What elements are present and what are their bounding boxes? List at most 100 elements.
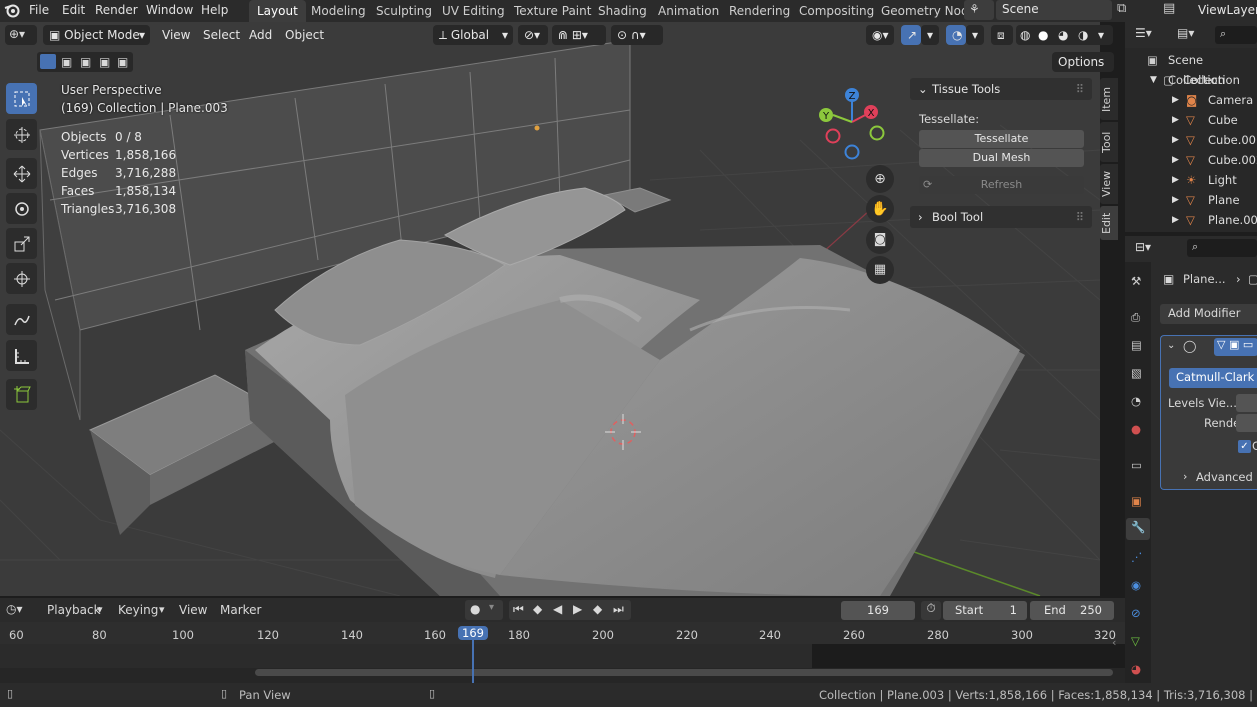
- solid-shading-icon[interactable]: ●: [1038, 25, 1048, 45]
- outliner-item-cube-001[interactable]: ▶ ▽ Cube.001: [1125, 130, 1257, 150]
- chevron-down-icon[interactable]: ⌄: [1167, 340, 1175, 351]
- object-tab-icon[interactable]: ▣: [1131, 494, 1142, 508]
- sidebar-tab-view[interactable]: View: [1100, 164, 1118, 204]
- overlay-toggle[interactable]: ◔: [946, 25, 966, 45]
- properties-search-input[interactable]: ⌕: [1187, 239, 1257, 257]
- outliner-item-cube[interactable]: ▶ ▽ Cube: [1125, 110, 1257, 130]
- outliner-item-camera[interactable]: ▶ ◙ Camera: [1125, 90, 1257, 110]
- snap-button[interactable]: ⋒ ⊞▾: [552, 25, 606, 45]
- new-scene-icon[interactable]: ⧉: [1117, 1, 1126, 16]
- menu-window[interactable]: Window: [146, 3, 193, 17]
- select-subtract-icon[interactable]: ▣: [80, 55, 91, 69]
- menu-object[interactable]: Object: [285, 28, 324, 42]
- tab-animation[interactable]: Animation: [650, 0, 727, 22]
- drag-handle-icon[interactable]: ⠿: [1076, 78, 1084, 100]
- outliner-item-cube-002[interactable]: ▶ ▽ Cube.002: [1125, 150, 1257, 170]
- tab-compositing[interactable]: Compositing: [791, 0, 882, 22]
- jump-end-icon[interactable]: ⏭: [613, 602, 624, 617]
- editmode-toggle-icon[interactable]: ▽: [1217, 338, 1225, 351]
- bool-tool-header[interactable]: › Bool Tool ⠿: [910, 206, 1092, 228]
- advanced-label[interactable]: Advanced: [1196, 470, 1253, 484]
- output-tab-icon[interactable]: ▤: [1131, 338, 1142, 352]
- drag-handle-icon[interactable]: ⠿: [1076, 206, 1084, 228]
- cursor-tool[interactable]: [6, 119, 37, 150]
- tessellate-button[interactable]: Tessellate: [919, 130, 1084, 148]
- tab-sculpting[interactable]: Sculpting: [368, 0, 440, 22]
- gizmo-neg-x[interactable]: [825, 128, 841, 144]
- tab-shading[interactable]: Shading: [590, 0, 655, 22]
- chevron-down-icon[interactable]: ▾: [1098, 25, 1104, 45]
- rotate-tool[interactable]: [6, 193, 37, 224]
- outliner-scene-collection[interactable]: ▣ Scene Collection: [1125, 50, 1257, 87]
- playhead-frame-label[interactable]: 169: [458, 626, 488, 640]
- add-cube-tool[interactable]: [6, 379, 37, 410]
- blender-logo-icon[interactable]: [4, 2, 20, 18]
- next-keyframe-icon[interactable]: ◆: [593, 602, 602, 616]
- camera-view-icon[interactable]: ◙: [866, 226, 894, 254]
- world-tab-icon[interactable]: ●: [1131, 422, 1141, 436]
- move-tool[interactable]: [6, 158, 37, 189]
- zoom-icon[interactable]: ⊕: [866, 165, 894, 193]
- refresh-button[interactable]: ⟳ Refresh: [919, 176, 1084, 194]
- outliner-search-input[interactable]: ⌕: [1215, 26, 1257, 44]
- chevron-right-icon[interactable]: ▶: [1172, 110, 1179, 130]
- menu-add[interactable]: Add: [249, 28, 272, 42]
- menu-select[interactable]: Select: [203, 28, 240, 42]
- autokey-button[interactable]: ● ▾: [465, 600, 503, 620]
- current-frame-field[interactable]: 169: [841, 601, 915, 620]
- pan-hand-icon[interactable]: ✋: [866, 195, 894, 223]
- tool-tab-icon[interactable]: ⚒: [1131, 274, 1141, 288]
- tab-texture-paint[interactable]: Texture Paint: [506, 0, 599, 22]
- navigation-gizmo[interactable]: Z X Y: [818, 86, 890, 162]
- rendered-shading-icon[interactable]: ◑: [1078, 25, 1088, 45]
- display-mode-icon[interactable]: ▤▾: [1177, 26, 1194, 40]
- menu-timeline-view[interactable]: View: [179, 603, 207, 617]
- end-frame-field[interactable]: End 250: [1030, 601, 1114, 620]
- proportional-edit-button[interactable]: ⊙ ∩▾: [611, 25, 663, 45]
- visibility-button[interactable]: ◉▾: [866, 25, 894, 45]
- menu-marker[interactable]: Marker: [220, 603, 261, 617]
- measure-tool[interactable]: [6, 340, 37, 371]
- select-invert-icon[interactable]: ▣: [99, 55, 110, 69]
- sidebar-tab-edit[interactable]: Edit: [1100, 206, 1118, 240]
- catmull-clark-button[interactable]: Catmull-Clark: [1169, 368, 1257, 388]
- add-modifier-button[interactable]: Add Modifier: [1160, 304, 1257, 324]
- xray-toggle[interactable]: ⧈: [991, 25, 1013, 45]
- menu-help[interactable]: Help: [201, 3, 228, 17]
- prev-keyframe-icon[interactable]: ◆: [533, 602, 542, 616]
- gizmo-toggle[interactable]: ↗: [901, 25, 921, 45]
- gizmo-neg-z[interactable]: [844, 144, 860, 160]
- view-layer-icon[interactable]: ▤: [1163, 1, 1175, 16]
- ortho-grid-icon[interactable]: ▦: [866, 256, 894, 284]
- outliner-item-light[interactable]: ▶ ☀ Light: [1125, 170, 1257, 190]
- scene-tab-icon[interactable]: ◔: [1131, 394, 1141, 408]
- render-levels-field[interactable]: [1236, 414, 1257, 432]
- chevron-right-icon[interactable]: ▶: [1172, 190, 1179, 210]
- optimal-display-checkbox[interactable]: ✓: [1238, 440, 1251, 453]
- scene-name-field[interactable]: Scene: [996, 0, 1112, 20]
- sidebar-tab-item[interactable]: Item: [1100, 78, 1118, 120]
- material-shading-icon[interactable]: ◕: [1058, 25, 1068, 45]
- frame-ruler[interactable]: [0, 622, 1125, 644]
- select-extend-icon[interactable]: ▣: [61, 55, 72, 69]
- constraints-tab-icon[interactable]: ⊘: [1131, 606, 1141, 620]
- tab-rendering[interactable]: Rendering: [721, 0, 798, 22]
- material-tab-icon[interactable]: ◕: [1131, 662, 1141, 676]
- jump-start-icon[interactable]: ⏮: [513, 602, 524, 617]
- tab-uv-editing[interactable]: UV Editing: [434, 0, 513, 22]
- physics-tab-icon[interactable]: ◉: [1131, 578, 1141, 592]
- outliner-item-plane-002[interactable]: ▶ ▽ Plane.002: [1125, 210, 1257, 230]
- mode-selector[interactable]: ▣ Object Mode ▾: [43, 25, 150, 45]
- chevron-right-icon[interactable]: ▶: [1172, 170, 1179, 190]
- chevron-right-icon[interactable]: ›: [1183, 470, 1187, 483]
- transform-tool[interactable]: [6, 263, 37, 294]
- menu-render[interactable]: Render: [95, 3, 138, 17]
- scene-selector-button[interactable]: ⚘: [964, 0, 994, 20]
- modifier-tab[interactable]: 🔧: [1126, 518, 1150, 540]
- menu-edit[interactable]: Edit: [62, 3, 85, 17]
- chevron-right-icon[interactable]: ▶: [1172, 210, 1179, 230]
- render-tab-icon[interactable]: ⎙: [1131, 310, 1140, 325]
- editor-type-button[interactable]: ⊕▾: [5, 25, 37, 45]
- properties-editor-icon[interactable]: ⊟▾: [1135, 240, 1151, 254]
- stopwatch-icon[interactable]: ⏱: [921, 601, 941, 620]
